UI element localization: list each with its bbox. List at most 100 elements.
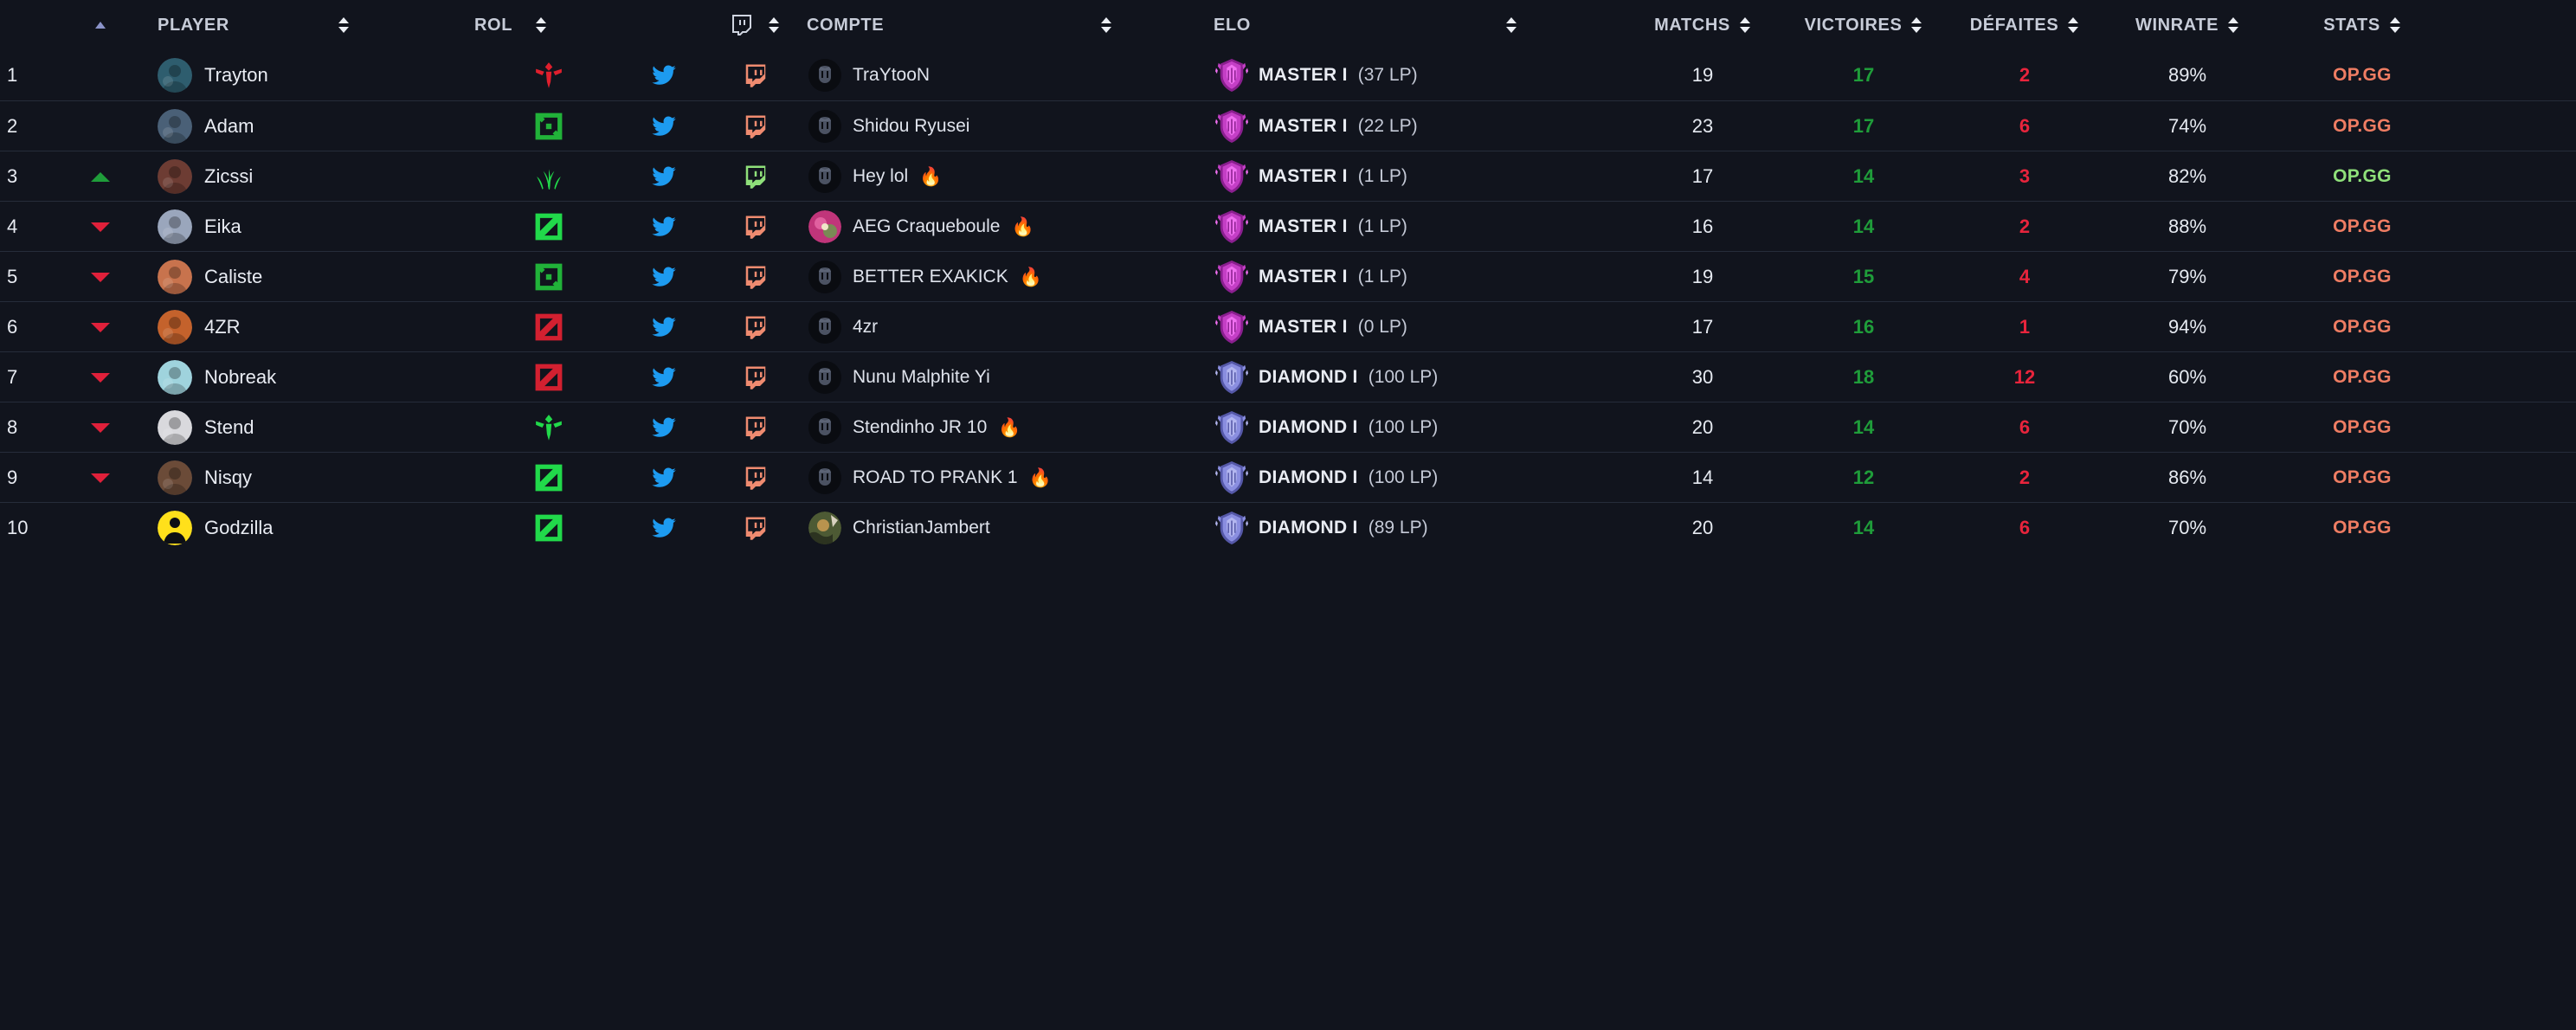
sort-toggle-icon[interactable] [2227,16,2239,35]
sort-toggle-icon[interactable] [768,16,780,35]
twitter-link[interactable] [623,202,705,252]
avatar [158,460,192,495]
table-row[interactable]: 3 Zicssi Hey lol 🔥 MASTER I (1 LP) 17 14… [0,151,2576,201]
stats-cell[interactable]: OP.GG [2270,302,2455,352]
header-rol: ROL [474,16,623,35]
table-row[interactable]: 2 Adam Shidou Ryusei MASTER I (22 LP) 23… [0,100,2576,151]
stats-cell[interactable]: OP.GG [2270,202,2455,252]
stats-cell[interactable]: OP.GG [2270,503,2455,553]
opgg-link[interactable]: OP.GG [2333,166,2392,187]
sort-toggle-icon[interactable] [1739,16,1751,35]
table-row[interactable]: 9 Nisqy ROAD TO PRANK 1 🔥 DIAMOND I (100… [0,452,2576,502]
twitch-link[interactable] [705,252,807,302]
opgg-link[interactable]: OP.GG [2333,116,2392,137]
stats-cell[interactable]: OP.GG [2270,352,2455,402]
player-cell[interactable]: Zicssi [152,151,474,202]
table-row[interactable]: 8 Stend Stendinho JR 10 🔥 DIAMOND I (100… [0,402,2576,452]
player-name: Caliste [204,266,263,287]
opgg-link[interactable]: OP.GG [2333,65,2392,86]
table-row[interactable]: 5 Caliste BETTER EXAKICK 🔥 MASTER I (1 L… [0,251,2576,301]
twitch-link[interactable] [705,50,807,100]
opgg-link[interactable]: OP.GG [2333,467,2392,488]
twitter-link[interactable] [623,151,705,202]
account-cell[interactable]: Nunu Malphite Yi [807,352,1214,402]
matchs-value: 16 [1691,216,1714,237]
player-cell[interactable]: Adam [152,101,474,151]
role-mid-icon [535,213,563,241]
table-row[interactable]: 10 Godzilla ChristianJambert DIAMOND I (… [0,502,2576,552]
winrate-value: 86% [2167,467,2207,488]
sort-toggle-icon[interactable] [1100,16,1112,35]
stats-cell[interactable]: OP.GG [2270,50,2455,100]
player-cell[interactable]: Nisqy [152,453,474,503]
twitch-link[interactable] [705,151,807,202]
account-cell[interactable]: 4zr [807,302,1214,352]
stats-cell[interactable]: OP.GG [2270,453,2455,503]
player-cell[interactable]: Caliste [152,252,474,302]
player-cell[interactable]: Eika [152,202,474,252]
sort-toggle-icon[interactable] [1505,16,1517,35]
twitch-link[interactable] [705,101,807,151]
table-row[interactable]: 4 Eika AEG Craqueboule 🔥 MASTER I (1 LP)… [0,201,2576,251]
stats-cell[interactable]: OP.GG [2270,252,2455,302]
table-row[interactable]: 7 Nobreak Nunu Malphite Yi DIAMOND I (10… [0,351,2576,402]
twitch-link[interactable] [705,503,807,553]
sort-toggle-icon[interactable] [2389,16,2401,35]
twitter-link[interactable] [623,402,705,453]
sort-ascending-icon[interactable] [94,19,106,31]
twitch-link[interactable] [705,402,807,453]
account-cell[interactable]: BETTER EXAKICK 🔥 [807,252,1214,302]
twitter-link[interactable] [623,101,705,151]
account-cell[interactable]: Stendinho JR 10 🔥 [807,402,1214,453]
rank-change [48,50,152,100]
stats-cell[interactable]: OP.GG [2270,151,2455,202]
rank-down-icon [91,222,110,232]
account-cell[interactable]: AEG Craqueboule 🔥 [807,202,1214,252]
sort-toggle-icon[interactable] [535,16,547,35]
opgg-link[interactable]: OP.GG [2333,367,2392,388]
header-rank-sort[interactable] [48,19,152,31]
stats-cell[interactable]: OP.GG [2270,101,2455,151]
sort-toggle-icon[interactable] [1910,16,1922,35]
avatar [158,310,192,344]
account-cell[interactable]: TraYtooN [807,50,1214,100]
account-name: ChristianJambert [853,518,990,538]
twitch-link[interactable] [705,352,807,402]
player-cell[interactable]: Nobreak [152,352,474,402]
twitch-link[interactable] [705,302,807,352]
twitch-link[interactable] [705,202,807,252]
role-cell [474,202,623,252]
player-cell[interactable]: Trayton [152,50,474,100]
twitter-link[interactable] [623,252,705,302]
account-cell[interactable]: Hey lol 🔥 [807,151,1214,202]
stats-cell[interactable]: OP.GG [2270,402,2455,453]
player-cell[interactable]: Godzilla [152,503,474,553]
table-row[interactable]: 6 4ZR 4zr MASTER I (0 LP) 17 16 1 94% OP… [0,301,2576,351]
opgg-link[interactable]: OP.GG [2333,417,2392,438]
opgg-link[interactable]: OP.GG [2333,267,2392,287]
avatar-image [158,310,192,344]
account-name: AEG Craqueboule [853,216,1001,236]
account-default-icon [808,110,841,143]
player-cell[interactable]: 4ZR [152,302,474,352]
twitch-link[interactable] [705,453,807,503]
twitter-link[interactable] [623,50,705,100]
sort-toggle-icon[interactable] [2067,16,2079,35]
opgg-link[interactable]: OP.GG [2333,518,2392,538]
twitter-link[interactable] [623,302,705,352]
opgg-link[interactable]: OP.GG [2333,317,2392,338]
twitter-link[interactable] [623,453,705,503]
opgg-link[interactable]: OP.GG [2333,216,2392,237]
account-cell[interactable]: Shidou Ryusei [807,101,1214,151]
table-row[interactable]: 1 Trayton TraYtooN MASTER I (37 LP) 19 1… [0,50,2576,100]
player-cell[interactable]: Stend [152,402,474,453]
account-cell[interactable]: ROAD TO PRANK 1 🔥 [807,453,1214,503]
account-cell[interactable]: ChristianJambert [807,503,1214,553]
rank-number: 3 [7,165,18,187]
twitter-link[interactable] [623,503,705,553]
header-elo-label: ELO [1214,15,1251,35]
role-cell [474,302,623,352]
twitter-link[interactable] [623,352,705,402]
sort-toggle-icon[interactable] [338,16,350,35]
rank-number: 4 [7,216,18,237]
